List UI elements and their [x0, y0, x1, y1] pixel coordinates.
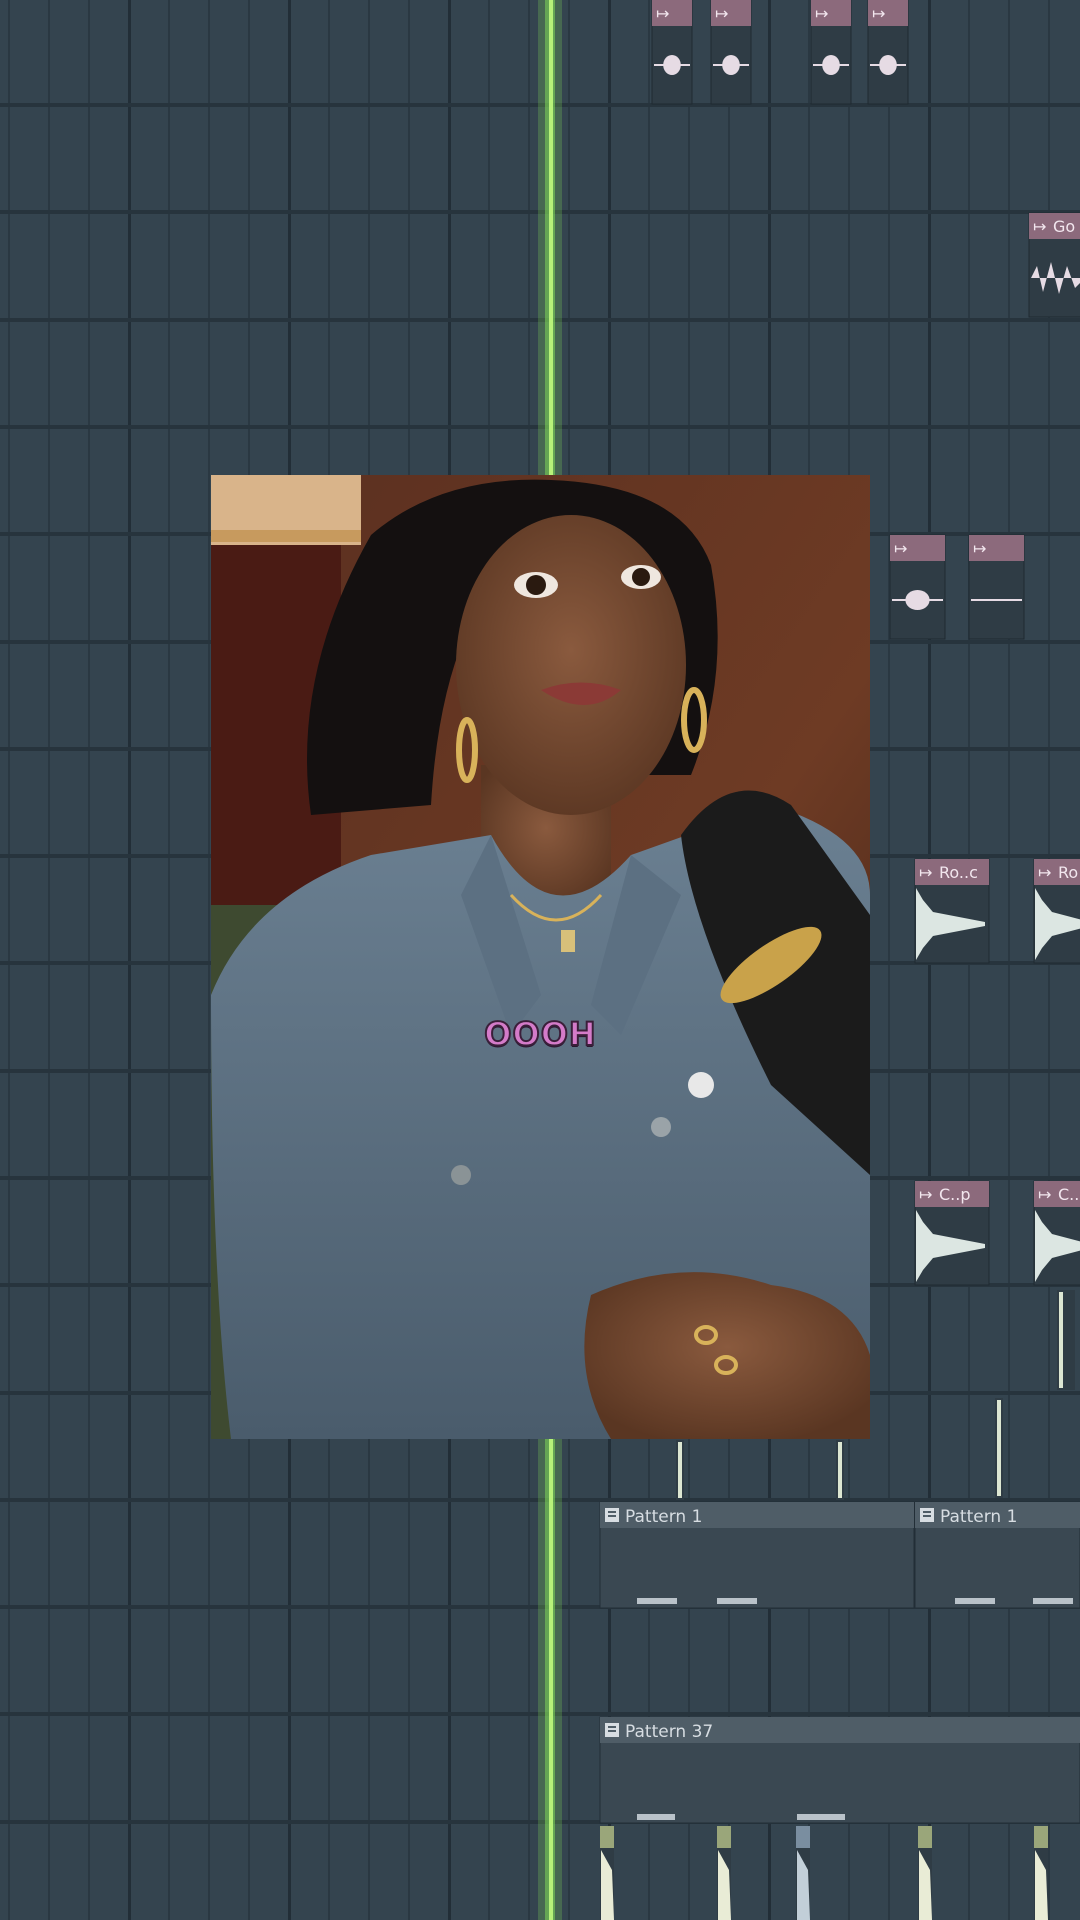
clip-label: C..: [1058, 1185, 1079, 1204]
clip-label: Ro..c: [939, 863, 978, 882]
pattern-clip[interactable]: Pattern 37: [599, 1716, 1080, 1824]
clip-arrow-icon: ↦: [715, 4, 728, 23]
audio-clip[interactable]: ↦ Go: [1028, 212, 1080, 318]
clip-arrow-icon: ↦: [1038, 863, 1051, 882]
audio-clip[interactable]: ↦: [968, 534, 1025, 640]
pattern-clip[interactable]: Pattern 1: [599, 1501, 915, 1609]
audio-clip[interactable]: ↦ C..: [1033, 1180, 1080, 1286]
clip-arrow-icon: ↦: [656, 4, 669, 23]
audio-clip[interactable]: ↦ Ro..c: [914, 858, 990, 964]
note: [637, 1814, 675, 1820]
clip-arrow-icon: ↦: [919, 1185, 932, 1204]
clip-label: C..p: [939, 1185, 971, 1204]
clip-arrow-icon: ↦: [1033, 217, 1046, 236]
audio-clip[interactable]: ↦ C..p: [914, 1180, 990, 1286]
audio-clip[interactable]: ↦: [651, 0, 693, 105]
clip-label: Go: [1053, 217, 1075, 236]
clip-arrow-icon: ↦: [973, 539, 986, 558]
audio-clip[interactable]: ↦: [810, 0, 852, 105]
note: [717, 1598, 757, 1604]
clip-arrow-icon: ↦: [919, 863, 932, 882]
video-frame: [211, 475, 870, 1439]
audio-clip[interactable]: ↦: [889, 534, 946, 640]
audio-clip[interactable]: [796, 1826, 810, 1920]
pattern-label: Pattern 1: [940, 1507, 1017, 1527]
audio-clip[interactable]: [600, 1826, 614, 1920]
pattern-clip[interactable]: Pattern 1: [914, 1501, 1080, 1609]
clip-label: Ro: [1058, 863, 1078, 882]
audio-clip[interactable]: ↦: [867, 0, 909, 105]
note: [637, 1598, 677, 1604]
note: [797, 1814, 845, 1820]
note: [955, 1598, 995, 1604]
clip-arrow-icon: ↦: [894, 539, 907, 558]
audio-clip[interactable]: [1034, 1826, 1048, 1920]
clip-arrow-icon: ↦: [872, 4, 885, 23]
playlist-canvas[interactable]: ↦ ↦ ↦ ↦ ↦ Go ↦ ↦ ↦ Ro..c ↦ Ro ↦ C..p ↦ C.. Pattern 1 Patt…: [0, 0, 1080, 1920]
caption-text: OOOH: [483, 1014, 597, 1054]
clip-arrow-icon: ↦: [815, 4, 828, 23]
audio-clip[interactable]: ↦: [710, 0, 752, 105]
video-overlay: OOOH: [211, 475, 870, 1439]
note: [1033, 1598, 1073, 1604]
audio-clip[interactable]: ↦ Ro: [1033, 858, 1080, 964]
pattern-label: Pattern 37: [625, 1722, 713, 1742]
pattern-label: Pattern 1: [625, 1507, 702, 1527]
audio-clip[interactable]: [918, 1826, 932, 1920]
clip-arrow-icon: ↦: [1038, 1185, 1051, 1204]
audio-clip[interactable]: [717, 1826, 731, 1920]
